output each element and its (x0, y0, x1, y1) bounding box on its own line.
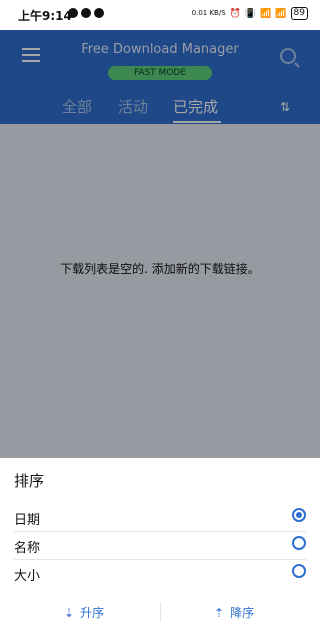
radio-unchecked-icon[interactable] (292, 564, 306, 578)
sort-option-name[interactable]: 名称 (14, 532, 306, 560)
option-label: 大小 (14, 569, 41, 584)
radio-checked-icon[interactable] (292, 508, 306, 522)
sort-bottom-sheet: 排序 日期 名称 大小 ⇣ 升序 ⇡ 降序 (0, 458, 320, 640)
modal-overlay[interactable] (0, 0, 320, 458)
sheet-title: 排序 (14, 472, 45, 490)
app-screen: 上午9:14 0.01 KB/S ⏰ 📳 📶 📶 89 Free Downloa… (0, 0, 320, 640)
notification-dot-icon (94, 8, 104, 18)
option-label: 日期 (14, 513, 41, 528)
ascending-button[interactable]: ⇣ 升序 (64, 604, 104, 621)
wifi-icon: 📶 (260, 8, 272, 19)
footer-divider (160, 602, 161, 622)
sort-option-date[interactable]: 日期 (14, 504, 306, 532)
radio-unchecked-icon[interactable] (292, 536, 306, 550)
status-time: 上午9:14 (18, 9, 72, 23)
notification-dot-icon (81, 8, 91, 18)
sort-options: 日期 名称 大小 (0, 504, 320, 587)
sort-ascending-icon: ⇣ (64, 605, 75, 620)
signal-icon: 📶 (275, 8, 287, 19)
network-speed: 0.01 KB/S (191, 9, 226, 17)
status-right: 0.01 KB/S ⏰ 📳 📶 📶 89 (192, 7, 308, 20)
notification-dot-icon (68, 8, 78, 18)
descending-label: 降序 (230, 606, 255, 620)
status-notifications (68, 8, 104, 18)
sort-descending-icon: ⇡ (214, 605, 225, 620)
alarm-icon: ⏰ (229, 8, 241, 19)
status-bar: 上午9:14 0.01 KB/S ⏰ 📳 📶 📶 89 (0, 0, 320, 30)
battery-indicator: 89 (290, 7, 308, 20)
battery-level: 89 (293, 8, 305, 18)
ascending-label: 升序 (80, 606, 105, 620)
descending-button[interactable]: ⇡ 降序 (214, 604, 254, 621)
sort-option-size[interactable]: 大小 (14, 560, 306, 587)
option-label: 名称 (14, 541, 41, 556)
sheet-footer: ⇣ 升序 ⇡ 降序 (0, 598, 320, 628)
vibrate-icon: 📳 (244, 8, 257, 19)
